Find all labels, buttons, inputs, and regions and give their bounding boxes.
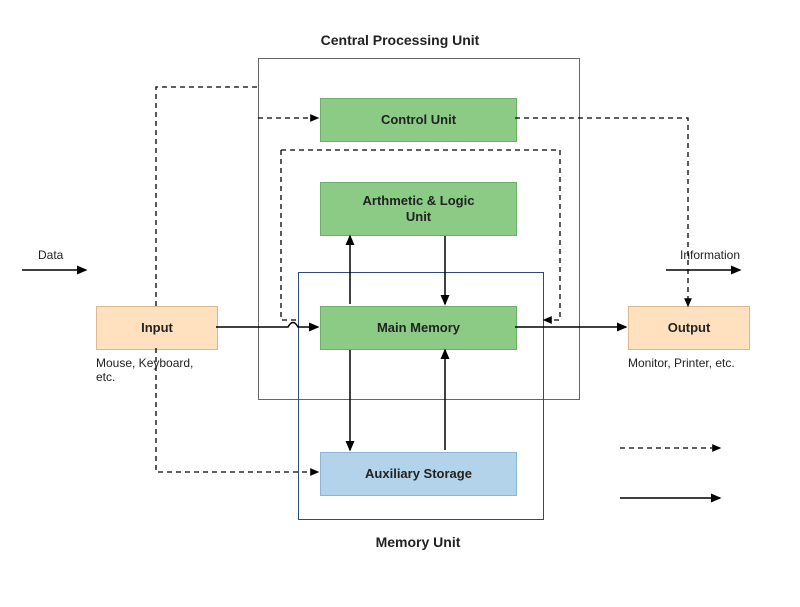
diagram-stage: Central Processing Unit Control Unit Art… xyxy=(0,0,800,607)
information-label: Information xyxy=(680,248,740,262)
alu-box: Arthmetic & Logic Unit xyxy=(320,182,517,236)
aux-storage-label: Auxiliary Storage xyxy=(365,466,472,482)
aux-storage-box: Auxiliary Storage xyxy=(320,452,517,496)
control-unit-box: Control Unit xyxy=(320,98,517,142)
output-caption: Monitor, Printer, etc. xyxy=(628,356,768,370)
cpu-title: Central Processing Unit xyxy=(260,32,540,48)
input-caption: Mouse, Keyboard, etc. xyxy=(96,356,226,384)
memory-unit-title: Memory Unit xyxy=(348,534,488,550)
control-unit-label: Control Unit xyxy=(381,112,456,128)
input-label: Input xyxy=(141,320,173,336)
output-label: Output xyxy=(668,320,711,336)
dashed-input-control-left xyxy=(156,87,258,306)
data-label: Data xyxy=(38,248,63,262)
main-memory-label: Main Memory xyxy=(377,320,460,336)
input-box: Input xyxy=(96,306,218,350)
alu-label: Arthmetic & Logic Unit xyxy=(363,193,475,226)
output-box: Output xyxy=(628,306,750,350)
main-memory-box: Main Memory xyxy=(320,306,517,350)
